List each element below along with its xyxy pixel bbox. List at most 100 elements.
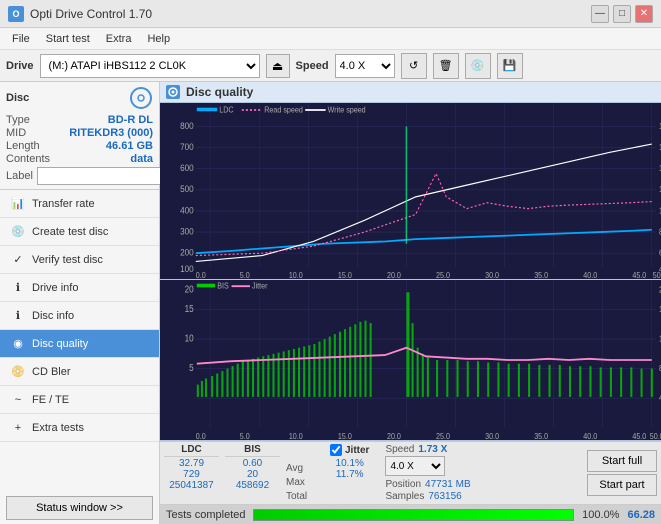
start-full-button[interactable]: Start full [587, 450, 657, 472]
bis-max: 20 [225, 469, 280, 480]
disc-mid-value: RITEKDR3 (000) [69, 127, 153, 139]
sidebar-item-drive-info[interactable]: ℹ Drive info [0, 274, 159, 302]
svg-text:800: 800 [180, 120, 194, 131]
disc-length-label: Length [6, 140, 40, 152]
speed-section: Speed 1.73 X 4.0 X Position 47731 MB Sam… [385, 444, 470, 502]
action-buttons: Start full Start part [587, 444, 657, 502]
sidebar-item-extra-tests[interactable]: + Extra tests [0, 414, 159, 442]
svg-text:30.0: 30.0 [485, 270, 499, 279]
total-label: Total [286, 489, 318, 502]
progress-label: Tests completed [166, 509, 245, 521]
svg-text:Jitter: Jitter [252, 281, 268, 291]
svg-text:40.0: 40.0 [583, 270, 597, 279]
svg-text:5.0: 5.0 [240, 431, 250, 440]
svg-text:15: 15 [185, 303, 194, 314]
bis-header: BIS [225, 444, 280, 457]
svg-text:5.0: 5.0 [240, 270, 250, 279]
erase-button[interactable]: 🗑 [433, 53, 459, 79]
svg-text:30.0: 30.0 [485, 431, 499, 440]
speed-select-stats[interactable]: 4.0 X [385, 456, 445, 476]
jitter-checkbox[interactable] [330, 444, 342, 456]
verify-disc-icon: ✓ [10, 252, 26, 268]
nav-fe-te-label: FE / TE [32, 394, 69, 406]
sidebar-item-fe-te[interactable]: ~ FE / TE [0, 386, 159, 414]
svg-text:10.0: 10.0 [289, 270, 303, 279]
ldc-total: 25041387 [164, 480, 219, 491]
close-button[interactable]: ✕ [635, 5, 653, 23]
disc-panel: Disc Type BD-R DL MID RITEKDR3 (000) Len… [0, 82, 159, 190]
nav-cd-bler-label: CD Bler [32, 366, 71, 378]
samples-value: 763156 [428, 491, 461, 502]
progress-bar [253, 509, 574, 521]
disc-icon [129, 86, 153, 110]
chart1-svg: 800 700 600 500 400 300 200 100 18X 16X … [160, 103, 661, 279]
svg-text:15.0: 15.0 [338, 270, 352, 279]
disc-length-value: 46.61 GB [106, 140, 153, 152]
disc-info-icon: ℹ [10, 308, 26, 324]
minimize-button[interactable]: — [591, 5, 609, 23]
bis-stats-col: BIS 0.60 20 458692 [225, 444, 280, 502]
save-button[interactable]: 💾 [497, 53, 523, 79]
avg-label: Avg [286, 461, 318, 474]
disc-type-value: BD-R DL [108, 114, 153, 126]
svg-text:20: 20 [185, 284, 194, 295]
svg-text:0.0: 0.0 [196, 431, 206, 440]
menu-help[interactable]: Help [139, 31, 178, 47]
jitter-header: Jitter [345, 445, 369, 456]
svg-text:50.0 GB: 50.0 GB [650, 431, 661, 440]
position-label: Position [385, 479, 421, 490]
menu-bar: File Start test Extra Help [0, 28, 661, 50]
sidebar-item-disc-info[interactable]: ℹ Disc info [0, 302, 159, 330]
disc-quality-icon: ◉ [10, 336, 26, 352]
svg-text:0.0: 0.0 [196, 270, 206, 279]
nav-create-disc-label: Create test disc [32, 226, 108, 238]
nav-extra-tests-label: Extra tests [32, 422, 84, 434]
progress-bar-fill [254, 510, 573, 520]
speed-section-label: Speed [385, 444, 414, 455]
nav-disc-quality-label: Disc quality [32, 338, 88, 350]
burn-button[interactable]: 💿 [465, 53, 491, 79]
nav-drive-info-label: Drive info [32, 282, 78, 294]
menu-file[interactable]: File [4, 31, 38, 47]
menu-extra[interactable]: Extra [98, 31, 140, 47]
maximize-button[interactable]: □ [613, 5, 631, 23]
eject-button[interactable]: ⏏ [266, 54, 290, 78]
status-window-button[interactable]: Status window >> [6, 496, 153, 520]
ldc-stats-col: LDC 32.79 729 25041387 [164, 444, 219, 502]
bis-avg: 0.60 [225, 458, 280, 469]
svg-text:LDC: LDC [219, 105, 234, 115]
disc-contents-value: data [130, 153, 153, 165]
disc-type-row: Type BD-R DL [6, 114, 153, 126]
sidebar-item-cd-bler[interactable]: 📀 CD Bler [0, 358, 159, 386]
drive-info-icon: ℹ [10, 280, 26, 296]
status-window-label: Status window >> [36, 502, 123, 514]
disc-length-row: Length 46.61 GB [6, 140, 153, 152]
svg-text:50.0 GB: 50.0 GB [653, 270, 661, 279]
refresh-button[interactable]: ↺ [401, 53, 427, 79]
sidebar-item-create-test-disc[interactable]: 💿 Create test disc [0, 218, 159, 246]
chart2-container: 20 15 10 5 20% 16% 12% 8% 4% 0.0 5.0 10.… [160, 280, 661, 441]
start-part-button[interactable]: Start part [587, 474, 657, 496]
disc-label-row: Label 🔍 [6, 167, 153, 185]
chart2-svg: 20 15 10 5 20% 16% 12% 8% 4% 0.0 5.0 10.… [160, 280, 661, 440]
svg-text:500: 500 [180, 184, 194, 195]
create-disc-icon: 💿 [10, 224, 26, 240]
charts-area: 800 700 600 500 400 300 200 100 18X 16X … [160, 103, 661, 441]
sidebar-item-disc-quality[interactable]: ◉ Disc quality [0, 330, 159, 358]
progress-extra: 66.28 [627, 509, 655, 521]
progress-percent: 100.0% [582, 509, 619, 521]
bis-total: 458692 [225, 480, 280, 491]
svg-text:40.0: 40.0 [583, 431, 597, 440]
nav-transfer-rate-label: Transfer rate [32, 198, 95, 210]
svg-text:5: 5 [189, 362, 194, 373]
sidebar-item-verify-test-disc[interactable]: ✓ Verify test disc [0, 246, 159, 274]
menu-start-test[interactable]: Start test [38, 31, 98, 47]
drive-select[interactable]: (M:) ATAPI iHBS112 2 CL0K [40, 54, 260, 78]
disc-label-input[interactable] [37, 167, 175, 185]
sidebar-item-transfer-rate[interactable]: 📊 Transfer rate [0, 190, 159, 218]
cd-bler-icon: 📀 [10, 364, 26, 380]
speed-select[interactable]: 4.0 X [335, 54, 395, 78]
svg-text:300: 300 [180, 226, 194, 237]
svg-text:Write speed: Write speed [328, 105, 366, 115]
toolbar: Drive (M:) ATAPI iHBS112 2 CL0K ⏏ Speed … [0, 50, 661, 82]
